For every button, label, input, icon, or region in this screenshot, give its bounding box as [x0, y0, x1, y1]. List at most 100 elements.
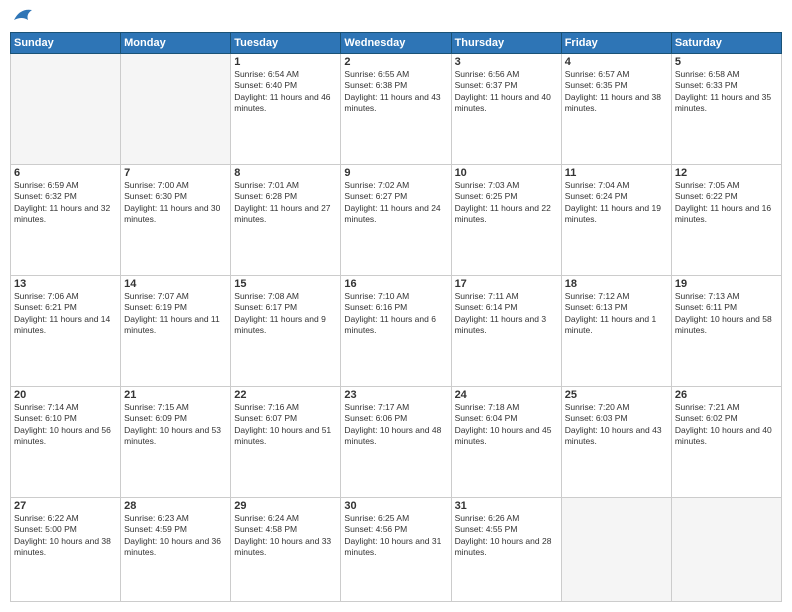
day-info: Sunrise: 6:22 AM Sunset: 5:00 PM Dayligh…	[14, 513, 117, 559]
day-info: Sunrise: 7:20 AM Sunset: 6:03 PM Dayligh…	[565, 402, 668, 448]
day-info: Sunrise: 7:13 AM Sunset: 6:11 PM Dayligh…	[675, 291, 778, 337]
day-number: 10	[455, 167, 558, 179]
day-number: 12	[675, 167, 778, 179]
calendar-cell: 8Sunrise: 7:01 AM Sunset: 6:28 PM Daylig…	[231, 164, 341, 275]
calendar-cell: 1Sunrise: 6:54 AM Sunset: 6:40 PM Daylig…	[231, 54, 341, 165]
calendar-cell	[121, 54, 231, 165]
day-number: 31	[455, 500, 558, 512]
day-info: Sunrise: 7:06 AM Sunset: 6:21 PM Dayligh…	[14, 291, 117, 337]
calendar-cell	[671, 497, 781, 601]
calendar-day-header: Saturday	[671, 33, 781, 54]
calendar-cell	[561, 497, 671, 601]
day-info: Sunrise: 7:10 AM Sunset: 6:16 PM Dayligh…	[344, 291, 447, 337]
day-number: 29	[234, 500, 337, 512]
day-number: 16	[344, 278, 447, 290]
calendar-cell: 17Sunrise: 7:11 AM Sunset: 6:14 PM Dayli…	[451, 275, 561, 386]
calendar-cell: 16Sunrise: 7:10 AM Sunset: 6:16 PM Dayli…	[341, 275, 451, 386]
day-number: 2	[344, 56, 447, 68]
day-number: 5	[675, 56, 778, 68]
day-number: 4	[565, 56, 668, 68]
day-info: Sunrise: 6:23 AM Sunset: 4:59 PM Dayligh…	[124, 513, 227, 559]
calendar-day-header: Friday	[561, 33, 671, 54]
calendar-cell: 24Sunrise: 7:18 AM Sunset: 6:04 PM Dayli…	[451, 386, 561, 497]
day-info: Sunrise: 6:56 AM Sunset: 6:37 PM Dayligh…	[455, 69, 558, 115]
day-info: Sunrise: 7:21 AM Sunset: 6:02 PM Dayligh…	[675, 402, 778, 448]
logo	[10, 10, 34, 24]
day-info: Sunrise: 6:55 AM Sunset: 6:38 PM Dayligh…	[344, 69, 447, 115]
day-info: Sunrise: 6:54 AM Sunset: 6:40 PM Dayligh…	[234, 69, 337, 115]
day-number: 17	[455, 278, 558, 290]
day-number: 21	[124, 389, 227, 401]
calendar-header-row: SundayMondayTuesdayWednesdayThursdayFrid…	[11, 33, 782, 54]
calendar-week-row: 6Sunrise: 6:59 AM Sunset: 6:32 PM Daylig…	[11, 164, 782, 275]
day-number: 8	[234, 167, 337, 179]
day-number: 18	[565, 278, 668, 290]
day-number: 27	[14, 500, 117, 512]
day-number: 7	[124, 167, 227, 179]
calendar-cell: 7Sunrise: 7:00 AM Sunset: 6:30 PM Daylig…	[121, 164, 231, 275]
day-number: 20	[14, 389, 117, 401]
day-info: Sunrise: 6:24 AM Sunset: 4:58 PM Dayligh…	[234, 513, 337, 559]
day-number: 23	[344, 389, 447, 401]
calendar-cell: 22Sunrise: 7:16 AM Sunset: 6:07 PM Dayli…	[231, 386, 341, 497]
day-number: 19	[675, 278, 778, 290]
day-info: Sunrise: 6:59 AM Sunset: 6:32 PM Dayligh…	[14, 180, 117, 226]
day-info: Sunrise: 7:00 AM Sunset: 6:30 PM Dayligh…	[124, 180, 227, 226]
header	[10, 10, 782, 24]
day-number: 25	[565, 389, 668, 401]
day-info: Sunrise: 7:18 AM Sunset: 6:04 PM Dayligh…	[455, 402, 558, 448]
day-number: 11	[565, 167, 668, 179]
calendar-cell: 12Sunrise: 7:05 AM Sunset: 6:22 PM Dayli…	[671, 164, 781, 275]
calendar-day-header: Sunday	[11, 33, 121, 54]
day-number: 30	[344, 500, 447, 512]
calendar-cell: 28Sunrise: 6:23 AM Sunset: 4:59 PM Dayli…	[121, 497, 231, 601]
day-number: 9	[344, 167, 447, 179]
calendar-cell: 25Sunrise: 7:20 AM Sunset: 6:03 PM Dayli…	[561, 386, 671, 497]
calendar-cell: 6Sunrise: 6:59 AM Sunset: 6:32 PM Daylig…	[11, 164, 121, 275]
calendar-cell: 4Sunrise: 6:57 AM Sunset: 6:35 PM Daylig…	[561, 54, 671, 165]
day-number: 6	[14, 167, 117, 179]
calendar-cell: 10Sunrise: 7:03 AM Sunset: 6:25 PM Dayli…	[451, 164, 561, 275]
calendar-cell: 19Sunrise: 7:13 AM Sunset: 6:11 PM Dayli…	[671, 275, 781, 386]
calendar-table: SundayMondayTuesdayWednesdayThursdayFrid…	[10, 32, 782, 602]
calendar-day-header: Monday	[121, 33, 231, 54]
day-info: Sunrise: 6:25 AM Sunset: 4:56 PM Dayligh…	[344, 513, 447, 559]
calendar-week-row: 20Sunrise: 7:14 AM Sunset: 6:10 PM Dayli…	[11, 386, 782, 497]
calendar-cell: 15Sunrise: 7:08 AM Sunset: 6:17 PM Dayli…	[231, 275, 341, 386]
logo-bird-icon	[12, 6, 34, 24]
calendar-cell: 21Sunrise: 7:15 AM Sunset: 6:09 PM Dayli…	[121, 386, 231, 497]
calendar-cell: 3Sunrise: 6:56 AM Sunset: 6:37 PM Daylig…	[451, 54, 561, 165]
calendar-cell: 30Sunrise: 6:25 AM Sunset: 4:56 PM Dayli…	[341, 497, 451, 601]
day-number: 13	[14, 278, 117, 290]
calendar-cell	[11, 54, 121, 165]
day-info: Sunrise: 6:26 AM Sunset: 4:55 PM Dayligh…	[455, 513, 558, 559]
day-info: Sunrise: 7:14 AM Sunset: 6:10 PM Dayligh…	[14, 402, 117, 448]
day-info: Sunrise: 7:11 AM Sunset: 6:14 PM Dayligh…	[455, 291, 558, 337]
calendar-week-row: 27Sunrise: 6:22 AM Sunset: 5:00 PM Dayli…	[11, 497, 782, 601]
day-info: Sunrise: 7:01 AM Sunset: 6:28 PM Dayligh…	[234, 180, 337, 226]
calendar-cell: 2Sunrise: 6:55 AM Sunset: 6:38 PM Daylig…	[341, 54, 451, 165]
calendar-cell: 14Sunrise: 7:07 AM Sunset: 6:19 PM Dayli…	[121, 275, 231, 386]
day-number: 15	[234, 278, 337, 290]
calendar-day-header: Wednesday	[341, 33, 451, 54]
calendar-cell: 23Sunrise: 7:17 AM Sunset: 6:06 PM Dayli…	[341, 386, 451, 497]
day-info: Sunrise: 6:58 AM Sunset: 6:33 PM Dayligh…	[675, 69, 778, 115]
day-number: 22	[234, 389, 337, 401]
calendar-week-row: 13Sunrise: 7:06 AM Sunset: 6:21 PM Dayli…	[11, 275, 782, 386]
day-number: 1	[234, 56, 337, 68]
calendar-day-header: Tuesday	[231, 33, 341, 54]
calendar-cell: 9Sunrise: 7:02 AM Sunset: 6:27 PM Daylig…	[341, 164, 451, 275]
day-info: Sunrise: 6:57 AM Sunset: 6:35 PM Dayligh…	[565, 69, 668, 115]
day-info: Sunrise: 7:04 AM Sunset: 6:24 PM Dayligh…	[565, 180, 668, 226]
calendar-cell: 5Sunrise: 6:58 AM Sunset: 6:33 PM Daylig…	[671, 54, 781, 165]
day-info: Sunrise: 7:15 AM Sunset: 6:09 PM Dayligh…	[124, 402, 227, 448]
calendar-week-row: 1Sunrise: 6:54 AM Sunset: 6:40 PM Daylig…	[11, 54, 782, 165]
page: SundayMondayTuesdayWednesdayThursdayFrid…	[0, 0, 792, 612]
day-info: Sunrise: 7:12 AM Sunset: 6:13 PM Dayligh…	[565, 291, 668, 337]
day-number: 28	[124, 500, 227, 512]
day-number: 24	[455, 389, 558, 401]
calendar-cell: 27Sunrise: 6:22 AM Sunset: 5:00 PM Dayli…	[11, 497, 121, 601]
day-info: Sunrise: 7:05 AM Sunset: 6:22 PM Dayligh…	[675, 180, 778, 226]
calendar-cell: 26Sunrise: 7:21 AM Sunset: 6:02 PM Dayli…	[671, 386, 781, 497]
calendar-cell: 18Sunrise: 7:12 AM Sunset: 6:13 PM Dayli…	[561, 275, 671, 386]
